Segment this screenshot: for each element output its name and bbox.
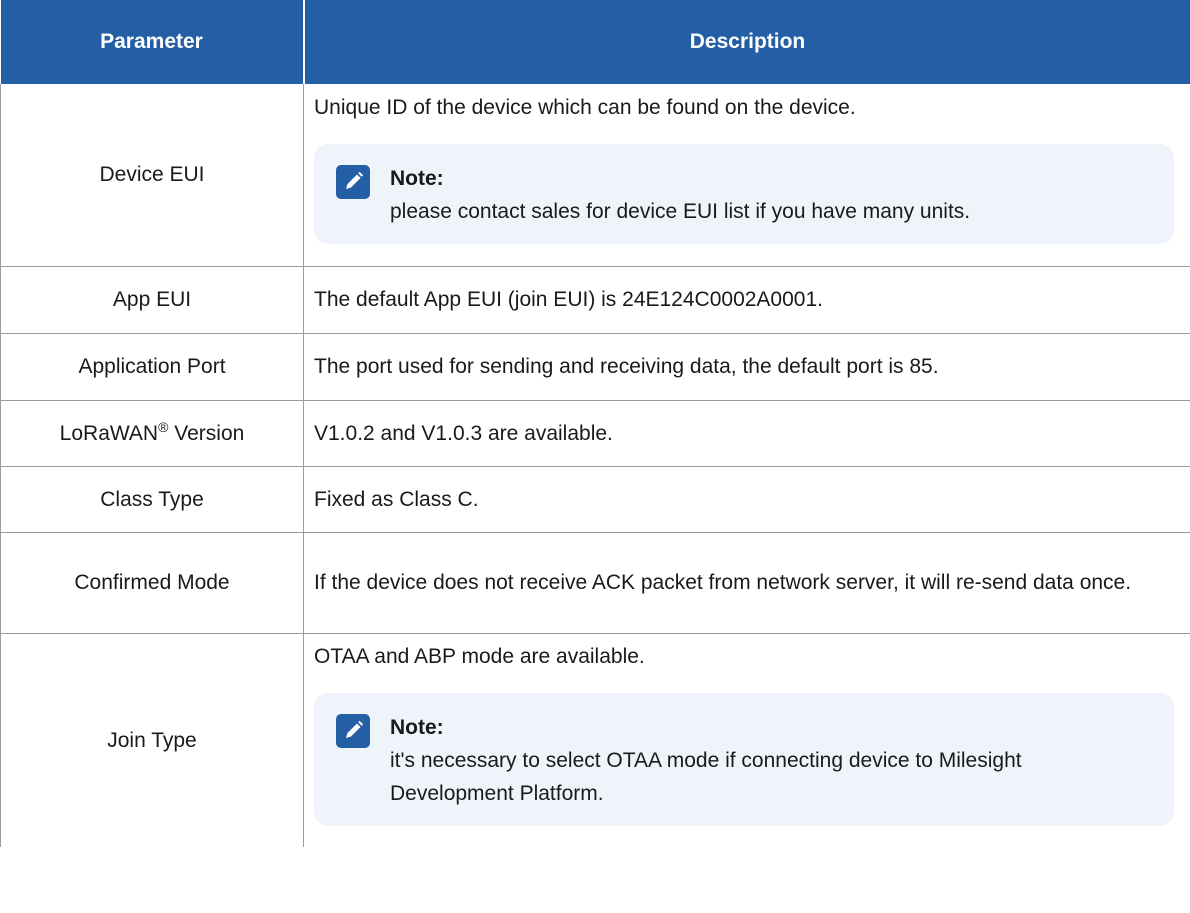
note-box: Note: it's necessary to select OTAA mode… [314,693,1174,827]
description-cell: Unique ID of the device which can be fou… [303,84,1190,267]
parameter-table: Parameter Description Device EUI Unique … [0,0,1190,847]
description-cell: Fixed as Class C. [303,466,1190,533]
parameter-cell: Join Type [0,633,304,847]
registered-mark: ® [158,418,169,435]
parameter-name: Confirmed Mode [74,571,230,594]
table-row: LoRaWAN® Version V1.0.2 and V1.0.3 are a… [0,400,1190,467]
description-cell: If the device does not receive ACK packe… [303,532,1190,634]
parameter-cell: App EUI [0,266,304,334]
description-text: The default App EUI (join EUI) is 24E124… [314,288,823,311]
description-text: If the device does not receive ACK packe… [314,571,1132,594]
note-title: Note: [390,716,444,740]
parameter-name: App EUI [112,288,192,311]
description-cell: The default App EUI (join EUI) is 24E124… [303,266,1190,334]
parameter-name: Class Type [100,487,204,511]
parameter-name: Application Port [78,355,226,378]
parameter-name: Join Type [107,728,197,752]
description-cell: V1.0.2 and V1.0.3 are available. [303,400,1190,467]
note-box: Note: please contact sales for device EU… [314,144,1174,245]
table-row: Confirmed Mode If the device does not re… [0,532,1190,634]
header-parameter: Parameter [0,0,305,84]
parameter-name: LoRaWAN [59,421,159,445]
note-body: please contact sales for device EUI list… [390,200,971,224]
parameter-name: Device EUI [99,163,205,187]
note-body: it's necessary to select OTAA mode if co… [390,749,1022,806]
parameter-cell: Device EUI [0,84,304,267]
table-row: Class Type Fixed as Class C. [0,466,1190,533]
description-cell: OTAA and ABP mode are available. Note: i… [303,633,1190,847]
note-content: Note: please contact sales for device EU… [390,162,1150,228]
pencil-note-icon [336,165,370,200]
table-row: App EUI The default App EUI (join EUI) i… [0,266,1190,334]
parameter-cell: Class Type [0,466,304,533]
description-text: Fixed as Class C. [314,487,479,511]
table-row: Device EUI Unique ID of the device which… [0,84,1190,267]
description-text: OTAA and ABP mode are available. [314,645,645,669]
parameter-cell: Application Port [0,333,304,401]
table-row: Join Type OTAA and ABP mode are availabl… [0,633,1190,847]
table-body: Device EUI Unique ID of the device which… [0,84,1190,847]
description-text: Unique ID of the device which can be fou… [314,96,856,120]
description-cell: The port used for sending and receiving … [303,333,1190,401]
description-text: V1.0.2 and V1.0.3 are available. [314,421,613,445]
header-row: Parameter Description [0,0,1190,84]
pencil-note-icon [336,714,370,749]
table-header: Parameter Description [0,0,1190,84]
parameter-cell: Confirmed Mode [0,532,304,634]
note-title: Note: [390,167,444,191]
parameter-cell: LoRaWAN® Version [0,400,304,467]
parameter-name-suffix: Version [168,421,245,445]
table-row: Application Port The port used for sendi… [0,333,1190,401]
note-content: Note: it's necessary to select OTAA mode… [390,711,1150,810]
header-description: Description [303,0,1190,84]
description-text: The port used for sending and receiving … [314,355,939,378]
